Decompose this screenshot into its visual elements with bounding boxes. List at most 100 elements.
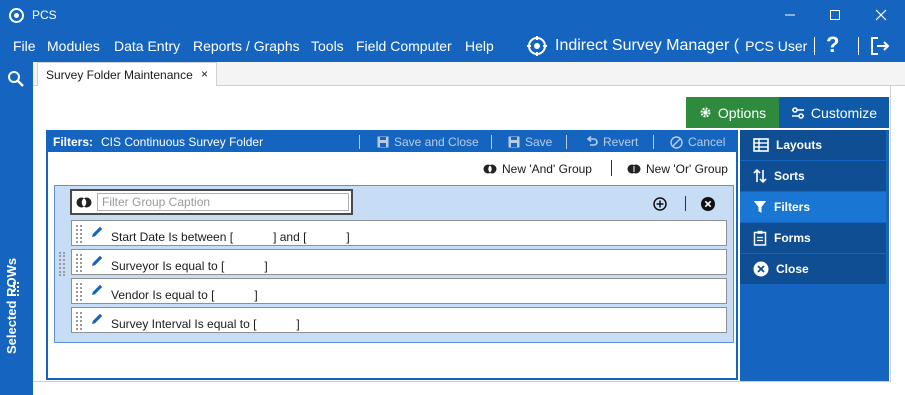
side-item-sorts[interactable]: Sorts [740,161,886,191]
filter-row-vendor[interactable]: Vendor Is equal to [ ] [71,278,727,304]
new-and-group-button[interactable]: New 'And' Group [483,162,592,176]
menu-tools[interactable]: Tools [311,38,344,54]
side-item-close[interactable]: Close [740,254,886,284]
layouts-icon [753,138,769,152]
drag-handle[interactable] [76,225,82,243]
and-group-icon [483,164,497,174]
selected-rows-label: Selected ROWs [4,257,19,354]
module-header: Indirect Survey Manager ( PCS User [527,34,807,58]
and-group-icon [76,197,92,208]
drag-handle[interactable] [76,283,82,301]
pencil-icon[interactable] [90,283,104,297]
filter-row-text: Vendor Is equal to [ ] [111,288,258,302]
filters-caption: CIS Continuous Survey Folder [101,135,264,149]
menu-help[interactable]: Help [465,38,494,54]
customize-button[interactable]: Customize [779,97,889,128]
menu-file[interactable]: File [13,38,36,54]
pencil-icon[interactable] [90,312,104,326]
tab-strip: Survey Folder Maintenance × [33,62,905,87]
minimize-button[interactable] [767,0,813,30]
drag-handle[interactable] [76,312,82,330]
pencil-icon[interactable] [90,225,104,239]
selected-rows-sidebar[interactable]: Selected ROWs [0,62,33,395]
menu-bar: File Modules Data Entry Reports / Graphs… [0,30,905,62]
maximize-button[interactable] [812,0,858,30]
header-divider [359,135,360,149]
tab-survey-folder-maintenance[interactable]: Survey Folder Maintenance × [37,62,217,87]
side-item-filters[interactable]: Filters [740,192,886,222]
help-icon[interactable]: ? [826,32,839,58]
filters-label: Filters: [53,135,94,149]
menu-field-computer[interactable]: Field Computer [356,38,452,54]
drag-handle[interactable] [76,254,82,272]
sorts-icon [753,169,767,183]
group-divider [611,160,612,176]
customize-icon [791,106,804,119]
filters-panel-header: Filters: CIS Continuous Survey Folder Sa… [48,132,736,152]
close-circle-icon [753,261,769,277]
close-window-button[interactable] [858,0,904,30]
menu-reports-graphs[interactable]: Reports / Graphs [193,38,300,54]
new-or-group-label: New 'Or' Group [646,162,728,176]
side-item-forms[interactable]: Forms [740,223,886,253]
indirect-survey-icon [527,36,547,56]
module-title: Indirect Survey Manager ( [555,37,740,54]
customize-side-menu: Layouts Sorts Filters Forms Close [740,130,889,381]
customize-label: Customize [810,104,878,121]
add-circle-icon[interactable] [653,197,667,211]
title-bar: PCS [0,0,905,30]
search-icon[interactable] [7,70,25,88]
filters-panel: Filters: CIS Continuous Survey Folder Sa… [46,130,738,380]
pencil-icon[interactable] [90,254,104,268]
new-and-group-label: New 'And' Group [502,162,592,176]
side-item-layouts[interactable]: Layouts [740,130,886,160]
save-and-close-button[interactable]: Save and Close [377,135,479,149]
menu-data-entry[interactable]: Data Entry [114,38,180,54]
header-divider [491,135,492,149]
side-item-label: Layouts [776,138,823,152]
sidebar-grip-handle[interactable] [13,282,19,296]
revert-label: Revert [603,135,639,149]
save-icon [508,136,520,148]
options-button[interactable]: Options [686,97,779,128]
filter-row-surveyor[interactable]: Surveyor Is equal to [ ] [71,249,727,275]
cancel-label: Cancel [688,135,726,149]
menu-divider [814,37,815,55]
group-action-divider [685,196,686,211]
tab-label: Survey Folder Maintenance [46,68,193,82]
side-item-label: Filters [774,200,811,214]
group-drag-handle[interactable] [59,252,65,276]
header-divider [566,135,567,149]
revert-button[interactable]: Revert [585,135,638,149]
save-and-close-label: Save and Close [394,135,479,149]
minimize-icon [785,14,795,16]
current-user[interactable]: PCS User [745,38,807,54]
options-label: Options [717,104,767,121]
maximize-icon [830,10,840,20]
tab-close-icon[interactable]: × [201,67,208,81]
filter-group-caption-box [70,189,353,215]
filter-row-text: Start Date Is between [ ] and [ ] [111,230,350,244]
filter-group-caption-input[interactable] [97,193,349,211]
cancel-button[interactable]: Cancel [670,135,725,149]
bottom-divider [33,381,891,382]
filter-row-survey-interval[interactable]: Survey Interval Is equal to [ ] [71,307,727,333]
side-item-label: Sorts [774,169,805,183]
header-divider [653,135,654,149]
filter-icon [754,201,766,213]
filter-row-start-date[interactable]: Start Date Is between [ ] and [ ] [71,220,727,246]
side-item-label: Forms [774,231,811,245]
menu-modules[interactable]: Modules [47,38,100,54]
side-item-label: Close [776,262,809,276]
filter-row-text: Surveyor Is equal to [ ] [111,259,268,273]
save-button[interactable]: Save [508,135,552,149]
logout-icon[interactable] [869,35,891,57]
new-or-group-button[interactable]: New 'Or' Group [627,162,728,176]
cancel-icon [670,135,683,149]
or-group-icon [627,164,641,174]
forms-icon [753,230,767,246]
save-icon [377,136,389,148]
remove-group-icon[interactable] [701,197,715,211]
menu-divider [858,37,859,55]
filter-group: Start Date Is between [ ] and [ ] Survey… [54,185,734,343]
